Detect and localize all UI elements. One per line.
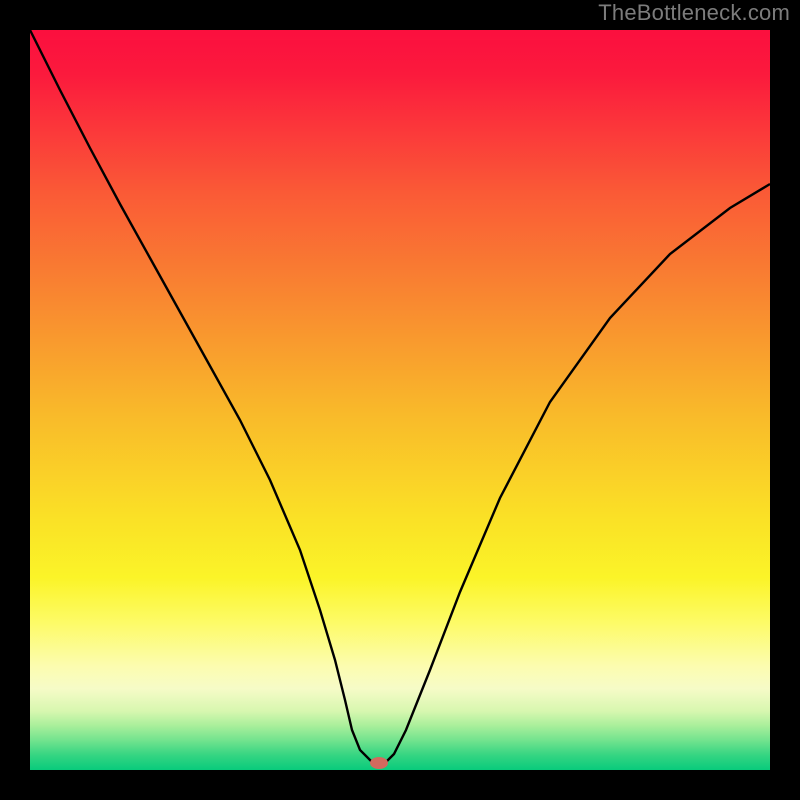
plot-area [30, 30, 770, 770]
bottleneck-curve [30, 30, 770, 770]
curve-path [30, 30, 770, 762]
chart-frame: TheBottleneck.com [0, 0, 800, 800]
minimum-marker [370, 757, 388, 769]
watermark-text: TheBottleneck.com [598, 0, 790, 26]
